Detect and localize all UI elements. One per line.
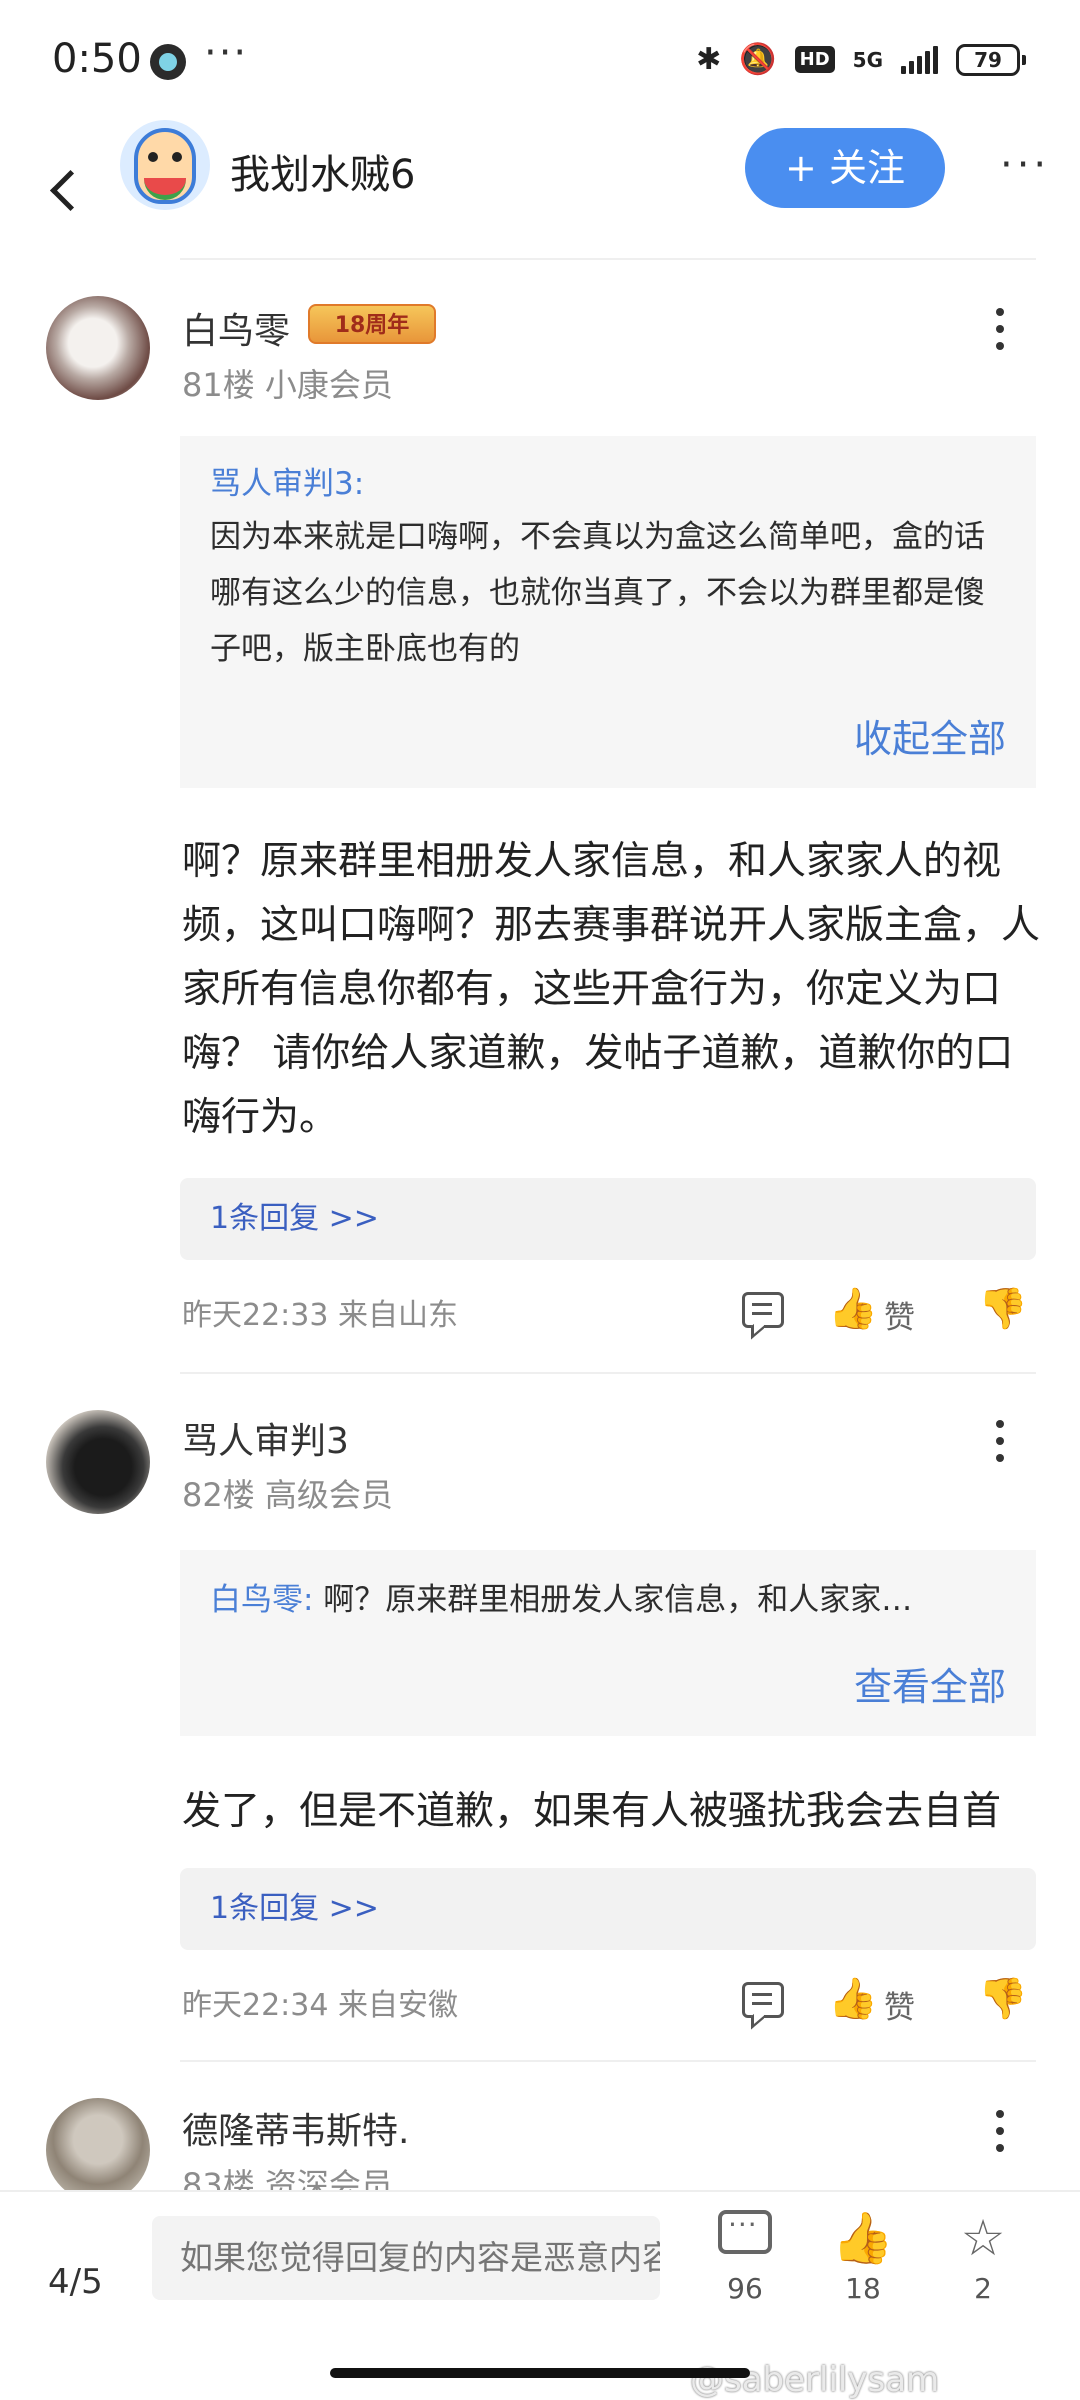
more-notifications-icon: ···: [204, 30, 249, 76]
floor-meta: 82楼 高级会员: [182, 1476, 393, 1514]
hd-icon: HD: [794, 46, 835, 73]
collapse-all-link[interactable]: 收起全部: [854, 708, 1006, 763]
like-button[interactable]: 👍 18: [818, 2210, 908, 2305]
quote-text: 啊？原来群里相册发人家信息，和人家家…: [313, 1582, 913, 1618]
bluetooth-icon: ✱: [696, 42, 722, 77]
favorites-count: 2: [974, 2272, 992, 2305]
comments-button[interactable]: 96: [700, 2208, 790, 2305]
replies-link[interactable]: 1条回复 >>: [180, 1178, 1036, 1260]
like-icon[interactable]: 👍: [828, 1976, 878, 2022]
divider: [180, 258, 1036, 260]
notification-app-icon: [150, 44, 186, 80]
follow-button[interactable]: + 关注: [745, 128, 945, 208]
star-icon: ☆: [960, 2209, 1006, 2267]
user-avatar[interactable]: [46, 1410, 150, 1514]
comments-count: 96: [727, 2272, 763, 2305]
thread-header: 我划水贼6 + 关注 ···: [0, 120, 1080, 260]
watermark: @saberlilysam: [690, 2360, 940, 2400]
comment-icon[interactable]: [742, 1292, 784, 1338]
post-menu-icon[interactable]: [990, 308, 1010, 358]
username[interactable]: 德隆蒂韦斯特.: [182, 2102, 409, 2154]
user-avatar[interactable]: [46, 296, 150, 400]
author-avatar[interactable]: [120, 120, 210, 210]
floor-meta: 83楼 资深会员: [182, 2166, 393, 2190]
page-indicator[interactable]: 4/5: [48, 2262, 103, 2302]
battery-icon: 79: [956, 43, 1026, 76]
quoted-reply: 白鸟零: 啊？原来群里相册发人家信息，和人家家… 查看全部: [180, 1550, 1036, 1736]
post-floor-83: 德隆蒂韦斯特. 83楼 资深会员: [0, 2062, 1080, 2190]
post-menu-icon[interactable]: [990, 2110, 1010, 2160]
dislike-icon[interactable]: 👎: [978, 1286, 1028, 1332]
comments-icon: [718, 2208, 772, 2254]
post-body: 啊？原来群里相册发人家信息，和人家家人的视频，这叫口嗨啊？那去赛事群说开人家版主…: [182, 839, 1041, 1140]
quoted-reply: 骂人审判3: 因为本来就是口嗨啊，不会真以为盒这么简单吧，盒的话哪有这么少的信息…: [180, 436, 1036, 788]
home-indicator[interactable]: [330, 2368, 750, 2378]
post-timestamp-location: 昨天22:33 来自山东: [182, 1298, 458, 1333]
username[interactable]: 白鸟零: [182, 302, 290, 354]
quote-author[interactable]: 骂人审判3:: [210, 458, 1006, 503]
like-label[interactable]: 赞: [884, 1292, 915, 1337]
thumbs-up-icon: 👍: [831, 2209, 895, 2267]
status-bar: 0:50 ··· ✱ 🔕 HD 5G 79: [0, 0, 1080, 120]
floor-meta: 81楼 小康会员: [182, 366, 393, 404]
vibrate-off-icon: 🔕: [739, 42, 777, 77]
author-name[interactable]: 我划水贼6: [230, 142, 415, 200]
view-all-link[interactable]: 查看全部: [854, 1656, 1006, 1711]
status-time: 0:50: [52, 36, 142, 82]
more-options-icon[interactable]: ···: [1000, 142, 1050, 188]
quote-author[interactable]: 白鸟零:: [210, 1582, 313, 1618]
replies-link[interactable]: 1条回复 >>: [180, 1868, 1036, 1950]
quote-text: 因为本来就是口嗨啊，不会真以为盒这么简单吧，盒的话哪有这么少的信息，也就你当真了…: [210, 519, 985, 667]
user-avatar[interactable]: [46, 2098, 150, 2190]
signal-icon: [901, 45, 938, 74]
post-timestamp-location: 昨天22:34 来自安徽: [182, 1988, 458, 2023]
favorite-button[interactable]: ☆ 2: [938, 2210, 1028, 2305]
like-label[interactable]: 赞: [884, 1982, 915, 2027]
username[interactable]: 骂人审判3: [182, 1412, 349, 1464]
post-menu-icon[interactable]: [990, 1420, 1010, 1470]
comment-icon[interactable]: [742, 1982, 784, 2028]
reply-input[interactable]: [152, 2216, 660, 2300]
likes-count: 18: [845, 2272, 881, 2305]
back-button[interactable]: [34, 148, 94, 228]
like-icon[interactable]: 👍: [828, 1286, 878, 1332]
network-type: 5G: [852, 47, 883, 72]
anniversary-badge: 18周年: [308, 304, 436, 344]
dislike-icon[interactable]: 👎: [978, 1976, 1028, 2022]
post-body: 发了，但是不道歉，如果有人被骚扰我会去自首: [182, 1789, 1002, 1834]
divider: [180, 1372, 1036, 1374]
